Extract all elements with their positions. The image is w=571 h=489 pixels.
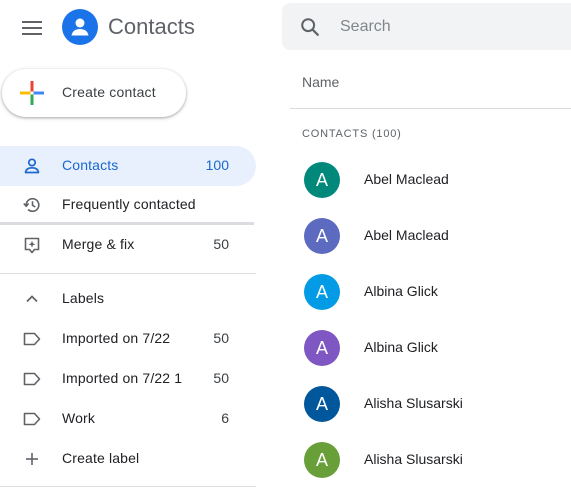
- sidebar-item-label-imported-722[interactable]: Imported on 7/22 50: [0, 319, 256, 359]
- avatar: A: [304, 442, 340, 478]
- name-column-header[interactable]: Name: [302, 74, 339, 90]
- contacts-count-label: CONTACTS (100): [302, 128, 402, 140]
- header-divider: [290, 108, 571, 109]
- sidebar-item-label: Contacts: [62, 157, 119, 173]
- contact-row[interactable]: A Albina Glick: [290, 320, 571, 376]
- sidebar-divider: [0, 486, 256, 487]
- search-input[interactable]: [340, 14, 560, 40]
- contact-name: Alisha Slusarski: [364, 451, 463, 467]
- avatar-initial: A: [315, 337, 328, 358]
- contact-row[interactable]: A Alisha Slusarski: [290, 432, 571, 488]
- avatar: A: [304, 386, 340, 422]
- sidebar-item-count: 50: [213, 370, 229, 386]
- avatar: A: [304, 218, 340, 254]
- hamburger-menu-icon: [22, 21, 42, 35]
- create-contact-label: Create contact: [62, 84, 156, 100]
- create-contact-button[interactable]: Create contact: [2, 69, 186, 117]
- sidebar-item-label: Imported on 7/22 1: [62, 370, 183, 386]
- label-outline-icon: [22, 329, 42, 349]
- app-logo[interactable]: [62, 9, 98, 45]
- plus-icon: [22, 449, 42, 469]
- contact-name: Alisha Slusarski: [364, 395, 463, 411]
- create-label-button[interactable]: Create label: [0, 439, 256, 479]
- chevron-up-icon: [22, 289, 42, 309]
- history-icon: [22, 195, 42, 215]
- sidebar-divider: [0, 273, 256, 274]
- avatar-initial: A: [315, 281, 328, 302]
- sidebar-item-count: 50: [213, 236, 229, 252]
- sidebar-item-label-work[interactable]: Work 6: [0, 399, 256, 439]
- sidebar-item-label: Work: [62, 410, 96, 426]
- sidebar-item-label: Frequently contacted: [62, 196, 196, 212]
- sidebar-item-label-imported-722-1[interactable]: Imported on 7/22 1 50: [0, 359, 256, 399]
- search-icon[interactable]: [299, 16, 321, 38]
- labels-header: Labels: [62, 290, 105, 306]
- avatar-initial: A: [315, 225, 328, 246]
- contact-row[interactable]: A Alisha Slusarski: [290, 376, 571, 432]
- person-outline-icon: [22, 156, 42, 176]
- sidebar-item-label: Merge & fix: [62, 236, 135, 252]
- app-title: Contacts: [108, 14, 195, 39]
- sidebar-item-count: 50: [213, 330, 229, 346]
- contact-row[interactable]: A Abel Maclead: [290, 208, 571, 264]
- avatar-initial: A: [315, 393, 328, 414]
- avatar: A: [304, 274, 340, 310]
- sidebar-item-frequently-contacted[interactable]: Frequently contacted: [0, 185, 256, 225]
- contact-name: Albina Glick: [364, 283, 438, 299]
- multicolor-plus-icon: [20, 81, 44, 105]
- create-label-text: Create label: [62, 450, 140, 466]
- avatar: A: [304, 162, 340, 198]
- label-outline-icon: [22, 369, 42, 389]
- label-outline-icon: [22, 409, 42, 429]
- sidebar-item-label: Imported on 7/22: [62, 330, 171, 346]
- contact-row[interactable]: A Abel Maclead: [290, 152, 571, 208]
- avatar-initial: A: [315, 169, 328, 190]
- sidebar-item-merge-fix[interactable]: Merge & fix 50: [0, 225, 256, 265]
- contact-name: Abel Maclead: [364, 227, 449, 243]
- sidebar-item-contacts[interactable]: Contacts 100: [0, 146, 256, 186]
- contact-name: Abel Maclead: [364, 171, 449, 187]
- contact-row[interactable]: A Albina Glick: [290, 264, 571, 320]
- contact-name: Albina Glick: [364, 339, 438, 355]
- avatar-initial: A: [315, 449, 328, 470]
- merge-fix-icon: [22, 235, 42, 255]
- sidebar-item-count: 100: [205, 157, 229, 173]
- search-bar[interactable]: [282, 3, 571, 50]
- avatar: A: [304, 330, 340, 366]
- sidebar-item-count: 6: [221, 410, 229, 426]
- person-circle-icon: [71, 18, 89, 36]
- main-menu-button[interactable]: [16, 12, 48, 44]
- labels-section-toggle[interactable]: Labels: [0, 279, 256, 319]
